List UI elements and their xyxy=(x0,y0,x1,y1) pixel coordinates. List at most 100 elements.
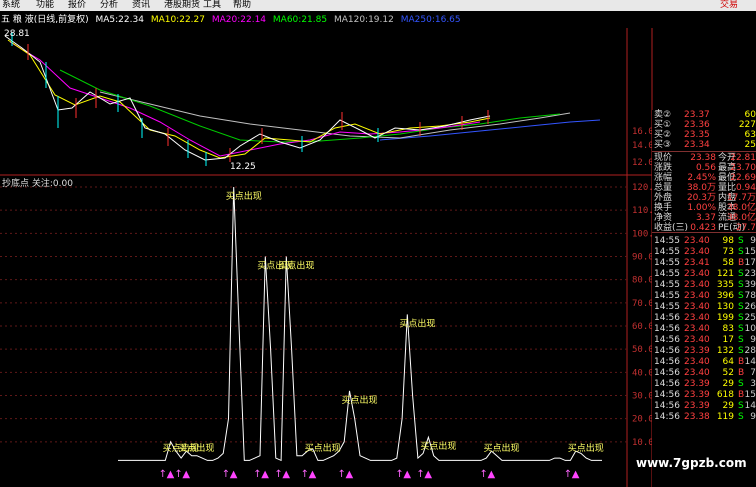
trade-tick-row: 14:55 23.40 130 S 26 xyxy=(652,302,756,312)
indicator-grid xyxy=(0,186,627,443)
tick-side: S xyxy=(738,280,744,290)
tick-time: 14:55 xyxy=(654,247,680,257)
tick-volume: 64 xyxy=(722,357,734,367)
tick-volume: 132 xyxy=(716,346,734,356)
tick-side: B xyxy=(738,357,745,367)
tick-side: S xyxy=(738,412,744,422)
trade-tick-row: 14:56 23.40 52 B 7 xyxy=(652,368,756,378)
buy-arrow-icon: ▲ xyxy=(309,469,317,480)
trade-tick-row: 14:56 23.39 29 S 14 xyxy=(652,401,756,411)
price-chart: 28.81 12.25 xyxy=(4,29,601,172)
quote-stat-label: 净资 xyxy=(654,213,673,223)
quote-stat-label: 换手 xyxy=(654,203,673,213)
tick-price: 23.39 xyxy=(684,390,710,400)
tick-volume: 29 xyxy=(722,379,734,389)
quote-stat-row: 换手 1.00% 股本 38.0亿 xyxy=(652,203,756,213)
ma5-line xyxy=(4,35,491,161)
tick-time: 14:55 xyxy=(654,269,680,279)
quote-panel: 卖② 23.37 60 买① 23.36 227 买② 23.35 63 买③ 23.34 25 现价… xyxy=(652,110,756,487)
tick-volume: 618 xyxy=(716,390,734,400)
order-book-label: 买① xyxy=(654,120,672,130)
buy-arrow-icon: ▲ xyxy=(403,469,411,480)
indicator-line xyxy=(118,186,602,462)
tick-count: 15 xyxy=(744,390,756,400)
tick-side: S xyxy=(738,324,744,334)
quote-stat-value: 23.38 xyxy=(690,153,716,163)
trade-tick-row: 14:55 23.40 121 S 23 xyxy=(652,269,756,279)
order-book-label: 买② xyxy=(654,130,672,140)
tick-time: 14:55 xyxy=(654,280,680,290)
tick-side: S xyxy=(738,236,744,246)
buy-arrow-icon: ▲ xyxy=(572,469,580,480)
tick-side: B xyxy=(738,368,745,378)
tick-time: 14:56 xyxy=(654,313,680,323)
trade-tick-row: 14:56 23.38 119 S 9 xyxy=(652,412,756,422)
tick-price: 23.38 xyxy=(684,412,710,422)
quote-stat-value: 0.56 xyxy=(695,163,716,173)
buy-signal-label: 买点出现 xyxy=(341,394,377,406)
quote-stat-value: 1.00% xyxy=(687,203,716,213)
quote-stat-value: 0.94 xyxy=(735,183,756,193)
quote-stat-value: 38.0万 xyxy=(686,183,716,193)
tick-side: S xyxy=(738,269,744,279)
trade-tick-row: 14:56 23.40 17 S 9 xyxy=(652,335,756,345)
tick-count: 10 xyxy=(744,324,756,334)
buy-signal-label: 买点出现 xyxy=(420,440,456,452)
tick-volume: 199 xyxy=(716,313,734,323)
up-arrow-icon: ↑ xyxy=(274,469,282,480)
tick-side: B xyxy=(738,258,745,268)
tick-price: 23.40 xyxy=(684,269,710,279)
quote-stat-value: 17.7万 xyxy=(726,193,756,203)
quote-stat-label: 涨跌 xyxy=(654,163,673,173)
tick-count: 9 xyxy=(750,335,756,345)
order-book-row: 买③ 23.34 25 xyxy=(652,140,756,150)
buy-arrow-icon: ▲ xyxy=(230,469,238,480)
tick-side: S xyxy=(738,313,744,323)
trade-tick-row: 14:56 23.40 199 S 25 xyxy=(652,313,756,323)
ma20-line xyxy=(9,41,481,157)
tick-volume: 29 xyxy=(722,401,734,411)
order-book-price: 23.36 xyxy=(684,120,710,130)
candlesticks xyxy=(11,32,489,166)
tick-price: 23.39 xyxy=(684,346,710,356)
tick-time: 14:55 xyxy=(654,236,680,246)
tick-volume: 83 xyxy=(722,324,734,334)
tick-volume: 73 xyxy=(722,247,734,257)
tick-time: 14:56 xyxy=(654,368,680,378)
trade-tick-row: 14:55 23.41 58 B 17 xyxy=(652,258,756,268)
quote-stat-row: 涨幅 2.45% 最低 22.69 xyxy=(652,173,756,183)
order-book-volume: 227 xyxy=(738,120,756,130)
tick-price: 23.40 xyxy=(684,324,710,334)
high-price-label: 28.81 xyxy=(4,29,30,39)
trade-tick-row: 14:55 23.40 73 S 15 xyxy=(652,247,756,257)
quote-stat-label: 总量 xyxy=(654,183,673,193)
quote-stat-label: 外盘 xyxy=(654,193,673,203)
quote-stat-value: 3.37 xyxy=(695,213,716,223)
order-book-label: 买③ xyxy=(654,140,672,150)
tick-count: 25 xyxy=(744,313,756,323)
tick-price: 23.40 xyxy=(684,357,710,367)
tick-count: 17 xyxy=(744,258,756,268)
ma120-line xyxy=(99,91,571,139)
tick-side: S xyxy=(738,335,744,345)
buy-signal-label: 买点出现 xyxy=(178,442,214,454)
tick-time: 14:56 xyxy=(654,401,680,411)
up-arrow-icon: ↑ xyxy=(222,469,230,480)
tick-side: S xyxy=(738,291,744,301)
quote-stat-label: 涨幅 xyxy=(654,173,673,183)
tick-time: 14:56 xyxy=(654,335,680,345)
quote-stat-label: 量比 xyxy=(718,183,737,193)
buy-arrow-icon: ▲ xyxy=(424,469,432,480)
tick-price: 23.40 xyxy=(684,335,710,345)
buy-arrow-icon: ▲ xyxy=(261,469,269,480)
quote-stat-value: 38.0亿 xyxy=(726,213,756,223)
tick-volume: 119 xyxy=(716,412,734,422)
trade-tick-row: 14:56 23.40 64 B 14 xyxy=(652,357,756,367)
tick-count: 15 xyxy=(744,247,756,257)
order-book-label: 卖② xyxy=(654,110,672,120)
tick-price: 23.39 xyxy=(684,379,710,389)
quote-stat-value: 2.45% xyxy=(687,173,716,183)
tick-time: 14:55 xyxy=(654,258,680,268)
buy-signal-label: 买点出现 xyxy=(484,442,520,454)
up-arrow-icon: ↑ xyxy=(159,469,167,480)
